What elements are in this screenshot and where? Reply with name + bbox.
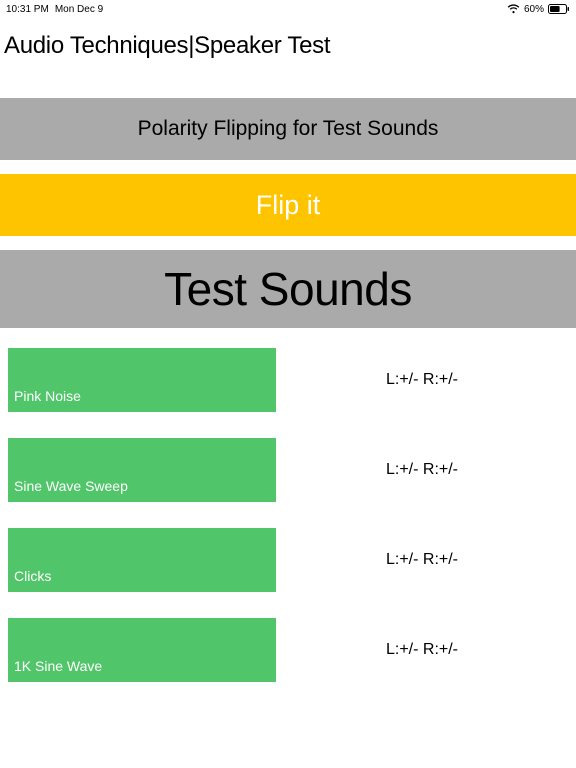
one-k-sine-wave-button[interactable]: 1K Sine Wave bbox=[8, 618, 276, 682]
sound-row: 1K Sine Wave L:+/- R:+/- bbox=[0, 618, 576, 682]
pink-noise-button[interactable]: Pink Noise bbox=[8, 348, 276, 412]
test-sounds-header: Test Sounds bbox=[0, 250, 576, 328]
sine-wave-sweep-button[interactable]: Sine Wave Sweep bbox=[8, 438, 276, 502]
page-title: Audio Techniques|Speaker Test bbox=[0, 18, 576, 68]
sound-list: Pink Noise L:+/- R:+/- Sine Wave Sweep L… bbox=[0, 348, 576, 682]
status-bar: 10:31 PM Mon Dec 9 60% bbox=[0, 0, 576, 18]
sound-row: Sine Wave Sweep L:+/- R:+/- bbox=[0, 438, 576, 502]
status-time: 10:31 PM bbox=[6, 4, 49, 15]
sound-row: Clicks L:+/- R:+/- bbox=[0, 528, 576, 592]
status-date: Mon Dec 9 bbox=[55, 4, 103, 15]
status-left: 10:31 PM Mon Dec 9 bbox=[6, 4, 103, 15]
status-right: 60% bbox=[507, 4, 570, 15]
clicks-button[interactable]: Clicks bbox=[8, 528, 276, 592]
pink-noise-status: L:+/- R:+/- bbox=[276, 371, 568, 389]
sine-wave-sweep-status: L:+/- R:+/- bbox=[276, 461, 568, 479]
wifi-icon bbox=[507, 4, 520, 14]
one-k-sine-wave-status: L:+/- R:+/- bbox=[276, 641, 568, 659]
battery-percent: 60% bbox=[524, 4, 544, 15]
clicks-status: L:+/- R:+/- bbox=[276, 551, 568, 569]
sound-row: Pink Noise L:+/- R:+/- bbox=[0, 348, 576, 412]
polarity-banner: Polarity Flipping for Test Sounds bbox=[0, 98, 576, 160]
battery-icon bbox=[548, 4, 570, 14]
flip-it-button[interactable]: Flip it bbox=[0, 174, 576, 236]
